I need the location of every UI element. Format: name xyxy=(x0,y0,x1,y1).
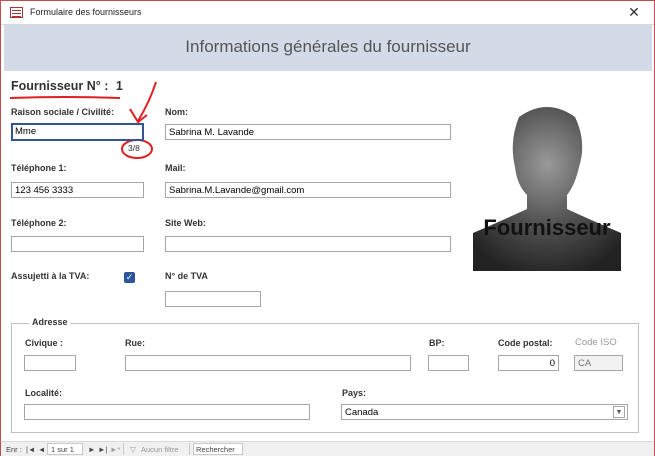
window-title: Formulaire des fournisseurs xyxy=(30,7,142,17)
tva-label: Assujetti à la TVA: xyxy=(11,271,90,281)
raison-sociale-input[interactable]: Mme xyxy=(11,123,144,141)
code-postal-input[interactable]: 0 xyxy=(498,355,559,371)
rue-label: Rue: xyxy=(125,338,145,348)
statusbar-divider-2 xyxy=(189,443,190,455)
rue-input[interactable] xyxy=(125,355,411,371)
filter-status[interactable]: Aucun filtre xyxy=(141,445,179,454)
form-header: Informations générales du fournisseur xyxy=(4,25,652,71)
search-label: Rechercher xyxy=(196,445,235,454)
annotation-underline xyxy=(9,96,121,99)
record-position: 1 sur 1 xyxy=(51,445,74,454)
first-record-button[interactable]: |◄ xyxy=(26,445,35,454)
form-icon xyxy=(10,7,23,18)
civique-input[interactable] xyxy=(24,355,76,371)
pays-select[interactable]: Canada ▼ xyxy=(341,404,628,420)
num-tva-label: N° de TVA xyxy=(165,271,208,281)
address-legend: Adresse xyxy=(29,317,71,327)
telephone2-input[interactable] xyxy=(11,236,144,252)
civique-label: Civique : xyxy=(25,338,64,348)
previous-record-button[interactable]: ◄ xyxy=(38,445,45,454)
pays-value: Canada xyxy=(345,407,379,418)
close-button[interactable]: ✕ xyxy=(626,4,642,21)
new-record-button[interactable]: ►* xyxy=(110,445,120,454)
code-iso-input: CA xyxy=(574,355,623,371)
last-record-button[interactable]: ►| xyxy=(98,445,107,454)
form-window: Formulaire des fournisseurs ✕ Informatio… xyxy=(0,0,655,456)
next-record-button[interactable]: ► xyxy=(88,445,95,454)
telephone2-label: Téléphone 2: xyxy=(11,218,67,228)
bp-label: BP: xyxy=(429,338,445,348)
code-iso-label: Code ISO xyxy=(575,337,617,348)
site-web-input[interactable] xyxy=(165,236,451,252)
raison-sociale-label: Raison sociale / Civilité: xyxy=(11,107,115,117)
record-navigation-bar: Enr : |◄ ◄ 1 sur 1 ► ►| ►* ▽ Aucun filtr… xyxy=(1,441,654,456)
title-bar: Formulaire des fournisseurs ✕ xyxy=(1,1,654,25)
record-label: Enr : xyxy=(6,445,22,454)
photo-caption: Fournisseur xyxy=(483,215,611,240)
nom-input[interactable]: Sabrina M. Lavande xyxy=(165,124,451,140)
character-counter: 3/8 xyxy=(128,143,140,153)
mail-label: Mail: xyxy=(165,163,186,173)
annotation-arrow xyxy=(121,81,157,159)
supplier-photo: Fournisseur xyxy=(473,107,621,271)
pays-label: Pays: xyxy=(342,388,367,398)
chevron-down-icon[interactable]: ▼ xyxy=(613,406,625,418)
bp-input[interactable] xyxy=(428,355,469,371)
form-header-title: Informations générales du fournisseur xyxy=(185,37,471,56)
supplier-number: Fournisseur N° : 1 xyxy=(11,79,123,93)
telephone1-input[interactable]: 123 456 3333 xyxy=(11,182,144,198)
num-tva-input[interactable] xyxy=(165,291,261,307)
filter-icon: ▽ xyxy=(130,445,136,454)
statusbar-divider xyxy=(123,443,124,455)
localite-input[interactable] xyxy=(24,404,310,420)
site-web-label: Site Web: xyxy=(165,218,206,228)
nom-label: Nom: xyxy=(165,107,188,117)
supplier-number-label: Fournisseur N° : xyxy=(11,79,109,93)
code-postal-label: Code postal: xyxy=(498,338,553,348)
telephone1-label: Téléphone 1: xyxy=(11,163,67,173)
localite-label: Localité: xyxy=(25,388,63,398)
tva-checkbox[interactable]: ✓ xyxy=(124,272,135,283)
mail-input[interactable]: Sabrina.M.Lavande@gmail.com xyxy=(165,182,451,198)
